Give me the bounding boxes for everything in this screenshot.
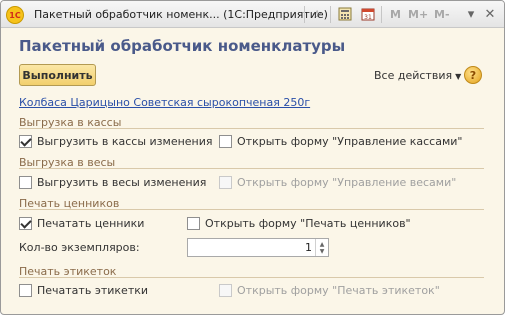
tsenniki-open-form-label: Открыть форму "Печать ценников" [205,217,411,230]
tsenniki-print-label: Печатать ценники [37,217,145,230]
kassy-open-form-checkbox[interactable]: Открыть форму "Управление кассами" [219,135,462,148]
spin-down-icon[interactable]: ▼ [320,248,325,255]
spin-buttons[interactable]: ▲ ▼ [315,239,328,256]
title-separator [330,6,331,23]
memory-minus-button[interactable]: M- [434,8,450,21]
group-divider [19,209,484,210]
svg-text:31: 31 [364,14,372,21]
checkbox-icon [219,176,232,189]
copies-stepper[interactable]: 1 ▲ ▼ [187,238,329,257]
vesy-upload-checkbox[interactable]: Выгрузить в весы изменения [19,176,206,189]
chevron-down-icon: ▼ [455,72,462,81]
copies-label: Кол-во экземпляров: [19,241,140,254]
kassy-upload-checkbox[interactable]: Выгрузить в кассы изменения [19,135,213,148]
tsenniki-print-checkbox[interactable]: Печатать ценники [19,217,144,230]
checkbox-icon[interactable] [219,135,232,148]
memory-plus-button[interactable]: M+ [408,8,428,21]
group-divider [19,168,484,169]
calculator-icon[interactable] [336,5,354,23]
app-logo-icon[interactable]: 1С [6,6,24,24]
title-separator [381,6,382,23]
etiketki-open-form-label: Открыть форму "Печать этикеток" [237,284,440,297]
dropdown-icon[interactable]: ▾ [463,6,479,22]
kassy-open-form-label: Открыть форму "Управление кассами" [237,135,463,148]
checkbox-icon[interactable] [19,176,32,189]
all-actions-menu[interactable]: Все действия ▼ [374,69,461,82]
vesy-open-form-checkbox: Открыть форму "Управление весами" [219,176,456,189]
calendar-icon[interactable]: 31 [359,5,377,23]
checkbox-icon[interactable] [187,217,200,230]
spin-up-icon[interactable]: ▲ [320,241,325,248]
window-title: Пакетный обработчик номенк... (1С:Предпр… [34,8,328,21]
group-divider [19,277,484,278]
form-title: Пакетный обработчик номенклатуры [19,37,346,55]
checkbox-icon[interactable] [19,135,32,148]
etiketki-print-label: Печатать этикетки [37,284,149,297]
kassy-upload-label: Выгрузить в кассы изменения [37,135,213,148]
copies-value[interactable]: 1 [305,241,312,254]
vesy-open-form-label: Открыть форму "Управление весами" [237,176,457,189]
checkbox-icon[interactable] [19,284,32,297]
window: 1С Пакетный обработчик номенк... (1С:Пре… [0,0,505,315]
all-actions-label: Все действия [374,69,453,82]
star-icon[interactable]: ☆ [308,5,326,23]
title-bar: 1С Пакетный обработчик номенк... (1С:Пре… [1,1,504,28]
item-link[interactable]: Колбаса Царицыно Советская сырокопченая … [19,96,310,109]
close-icon[interactable]: ✕ [482,6,498,22]
memory-button[interactable]: M [390,8,401,21]
tsenniki-open-form-checkbox[interactable]: Открыть форму "Печать ценников" [187,217,411,230]
vesy-upload-label: Выгрузить в весы изменения [37,176,207,189]
checkbox-icon[interactable] [19,217,32,230]
help-icon[interactable]: ? [464,66,482,84]
group-divider [19,128,484,129]
run-button[interactable]: Выполнить [19,64,96,86]
app-logo-text: 1С [9,10,21,20]
etiketki-open-form-checkbox: Открыть форму "Печать этикеток" [219,284,440,297]
etiketki-print-checkbox[interactable]: Печатать этикетки [19,284,148,297]
title-separator [304,6,305,23]
checkbox-icon [219,284,232,297]
